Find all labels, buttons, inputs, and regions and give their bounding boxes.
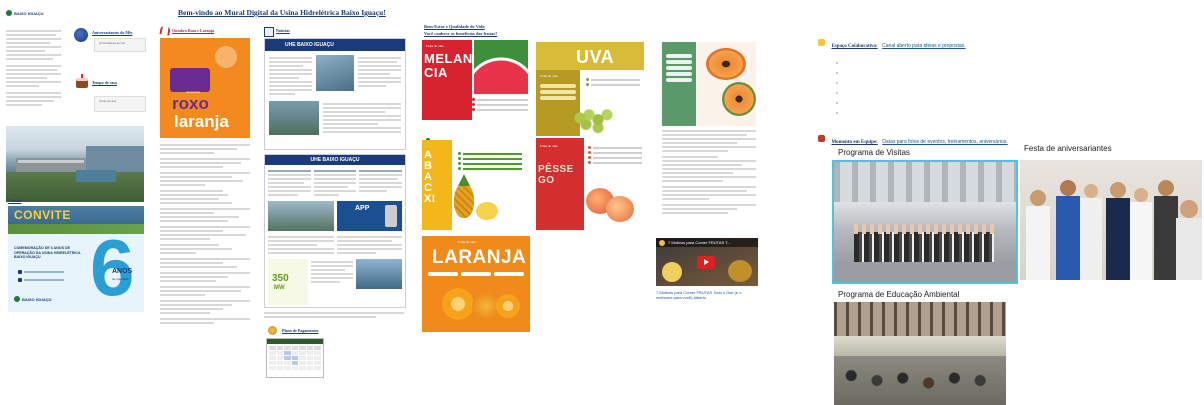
moments-text: Datas para fotos de eventos, treinamento…: [882, 139, 1008, 145]
collab-post[interactable]: Espaço Colaborativo: Canal aberto para i…: [818, 34, 966, 52]
photo-birthdays[interactable]: [1020, 160, 1202, 280]
moments-label: Momento em Equipe:: [831, 140, 878, 145]
birthdays-card[interactable]: Aniversariantes do mês: [94, 38, 146, 52]
invite-logo: BAIXO IGUAÇU: [14, 296, 52, 302]
poster-word-laranja: laranja: [174, 112, 229, 131]
fruit-title-melancia: MELANCIA: [424, 51, 473, 80]
moments-post[interactable]: Momento em Equipe: Datas para fotos de e…: [818, 130, 1008, 148]
poster-word-roxo: roxo: [172, 94, 209, 113]
collab-list: [836, 54, 838, 122]
photo-visits[interactable]: [832, 160, 1018, 284]
app-label: APP: [355, 205, 370, 212]
birthdays-heading[interactable]: Aniversariantes do Mês: [92, 30, 132, 35]
invite-poster[interactable]: CONVITE COMEMORAÇÃO DE 6 ANOS DE OPERAÇÃ…: [8, 206, 144, 312]
play-button-icon[interactable]: [697, 256, 715, 269]
video-caption[interactable]: 7 Motivos para Comer FRUTAS Todo o Dia! …: [656, 290, 758, 300]
collab-label: Espaço Colaborativo:: [831, 44, 878, 49]
dam-photo: [6, 126, 144, 202]
wellbeing-heading[interactable]: Bem-Estar e Qualidade de Vida: [424, 24, 485, 29]
column-wellbeing: Bem-Estar e Qualidade de Vida Você conhe…: [420, 22, 765, 402]
news-page-2[interactable]: UHE BAIXO IGUAÇU APP 350 MW: [264, 154, 406, 308]
fruit-card-mamao[interactable]: [662, 42, 756, 126]
fruit-title-uva: UVA: [576, 47, 615, 67]
page-title: Bem-vindo ao Mural Digital da Usina Hidr…: [178, 8, 386, 17]
invite-text: COMEMORAÇÃO DE 6 ANOS DE OPERAÇÃO DA USI…: [14, 246, 81, 259]
right-column: Espaço Colaborativo: Canal aberto para i…: [818, 30, 1204, 405]
left-column: BAIXO IGUAÇU Aniversariantes do Mês Aniv…: [6, 10, 146, 405]
tenure-card[interactable]: Tempo de casa: [94, 96, 146, 112]
wellbeing-subheading: Você conhece os benefícios das frutas?: [424, 31, 498, 36]
intro-text: [6, 28, 61, 108]
cake-icon: [74, 74, 90, 88]
news-page-1-title: UHE BAIXO IGUAÇU: [285, 42, 334, 48]
brand-logo: BAIXO IGUAÇU: [6, 10, 44, 16]
fruit-card-laranja[interactable]: Fruta do mês LARANJA: [422, 236, 530, 332]
news-caption: [264, 310, 404, 320]
video-embed[interactable]: 7 Motivos para Comer FRUTAS T...: [656, 238, 758, 286]
column-campaign: Outubro Rosa e Laranja campanha roxo lar…: [159, 24, 252, 404]
calendar-grid[interactable]: [266, 338, 324, 378]
photo-caption-birthdays: Festa de aniversariantes: [1024, 144, 1112, 153]
calendar-icon: [268, 326, 277, 335]
tenure-heading[interactable]: Tempo de casa: [92, 80, 117, 85]
calendar-heading[interactable]: Plano de Pagamentos: [282, 328, 318, 333]
fruit-card-pessego[interactable]: Fruta do mês PÊSSEGO: [536, 138, 644, 230]
news-page-1[interactable]: UHE BAIXO IGUAÇU: [264, 38, 406, 150]
invite-anos: ANOS: [112, 268, 133, 275]
mw-unit: MW: [274, 285, 285, 291]
ribbon-icon: [159, 26, 171, 36]
mw-value: 350: [272, 273, 289, 284]
fruit-card-melancia[interactable]: Fruta do mês MELANCIA: [422, 40, 528, 150]
lightbulb-icon: [818, 39, 825, 47]
fruit-card-abacaxi[interactable]: ABACXI: [422, 140, 528, 230]
news-page-2-title: UHE BAIXO IGUAÇU: [310, 157, 360, 163]
campaign-text: [160, 142, 250, 326]
news-heading[interactable]: Notícias: [276, 28, 290, 33]
invite-subtext: de operação: [112, 277, 129, 281]
fruit-title-abacaxi: ABACXI: [424, 149, 436, 205]
collab-text: Canal aberto para ideias e propostas.: [882, 43, 966, 49]
campaign-heading[interactable]: Outubro Rosa e Laranja: [172, 28, 214, 33]
video-title: 7 Motivos para Comer FRUTAS T...: [668, 240, 731, 245]
newspaper-icon: [264, 27, 274, 37]
fruit-title-pessego: PÊSSEGO: [538, 164, 574, 186]
team-icon: [818, 135, 825, 143]
invite-banner-title: CONVITE: [14, 208, 71, 222]
birthdays-icon: [74, 28, 88, 42]
photo-caption-visits: Programa de Visitas: [838, 148, 910, 157]
wellbeing-text: [662, 128, 756, 216]
invite-heading[interactable]: Convite: [8, 198, 21, 203]
fruit-title-laranja: LARANJA: [432, 247, 527, 268]
photo-caption-env-education: Programa de Educação Ambiental: [838, 290, 960, 299]
brand-logo-icon: [6, 10, 12, 16]
campaign-poster[interactable]: campanha roxo laranja: [160, 38, 250, 138]
photo-env-education[interactable]: [834, 302, 1006, 405]
brand-logo-text: BAIXO IGUAÇU: [14, 10, 44, 16]
fruit-card-uva[interactable]: UVA Fruta do mês: [536, 42, 644, 136]
column-news: Notícias UHE BAIXO IGUAÇU UHE BAIXO IGUA…: [264, 24, 406, 404]
